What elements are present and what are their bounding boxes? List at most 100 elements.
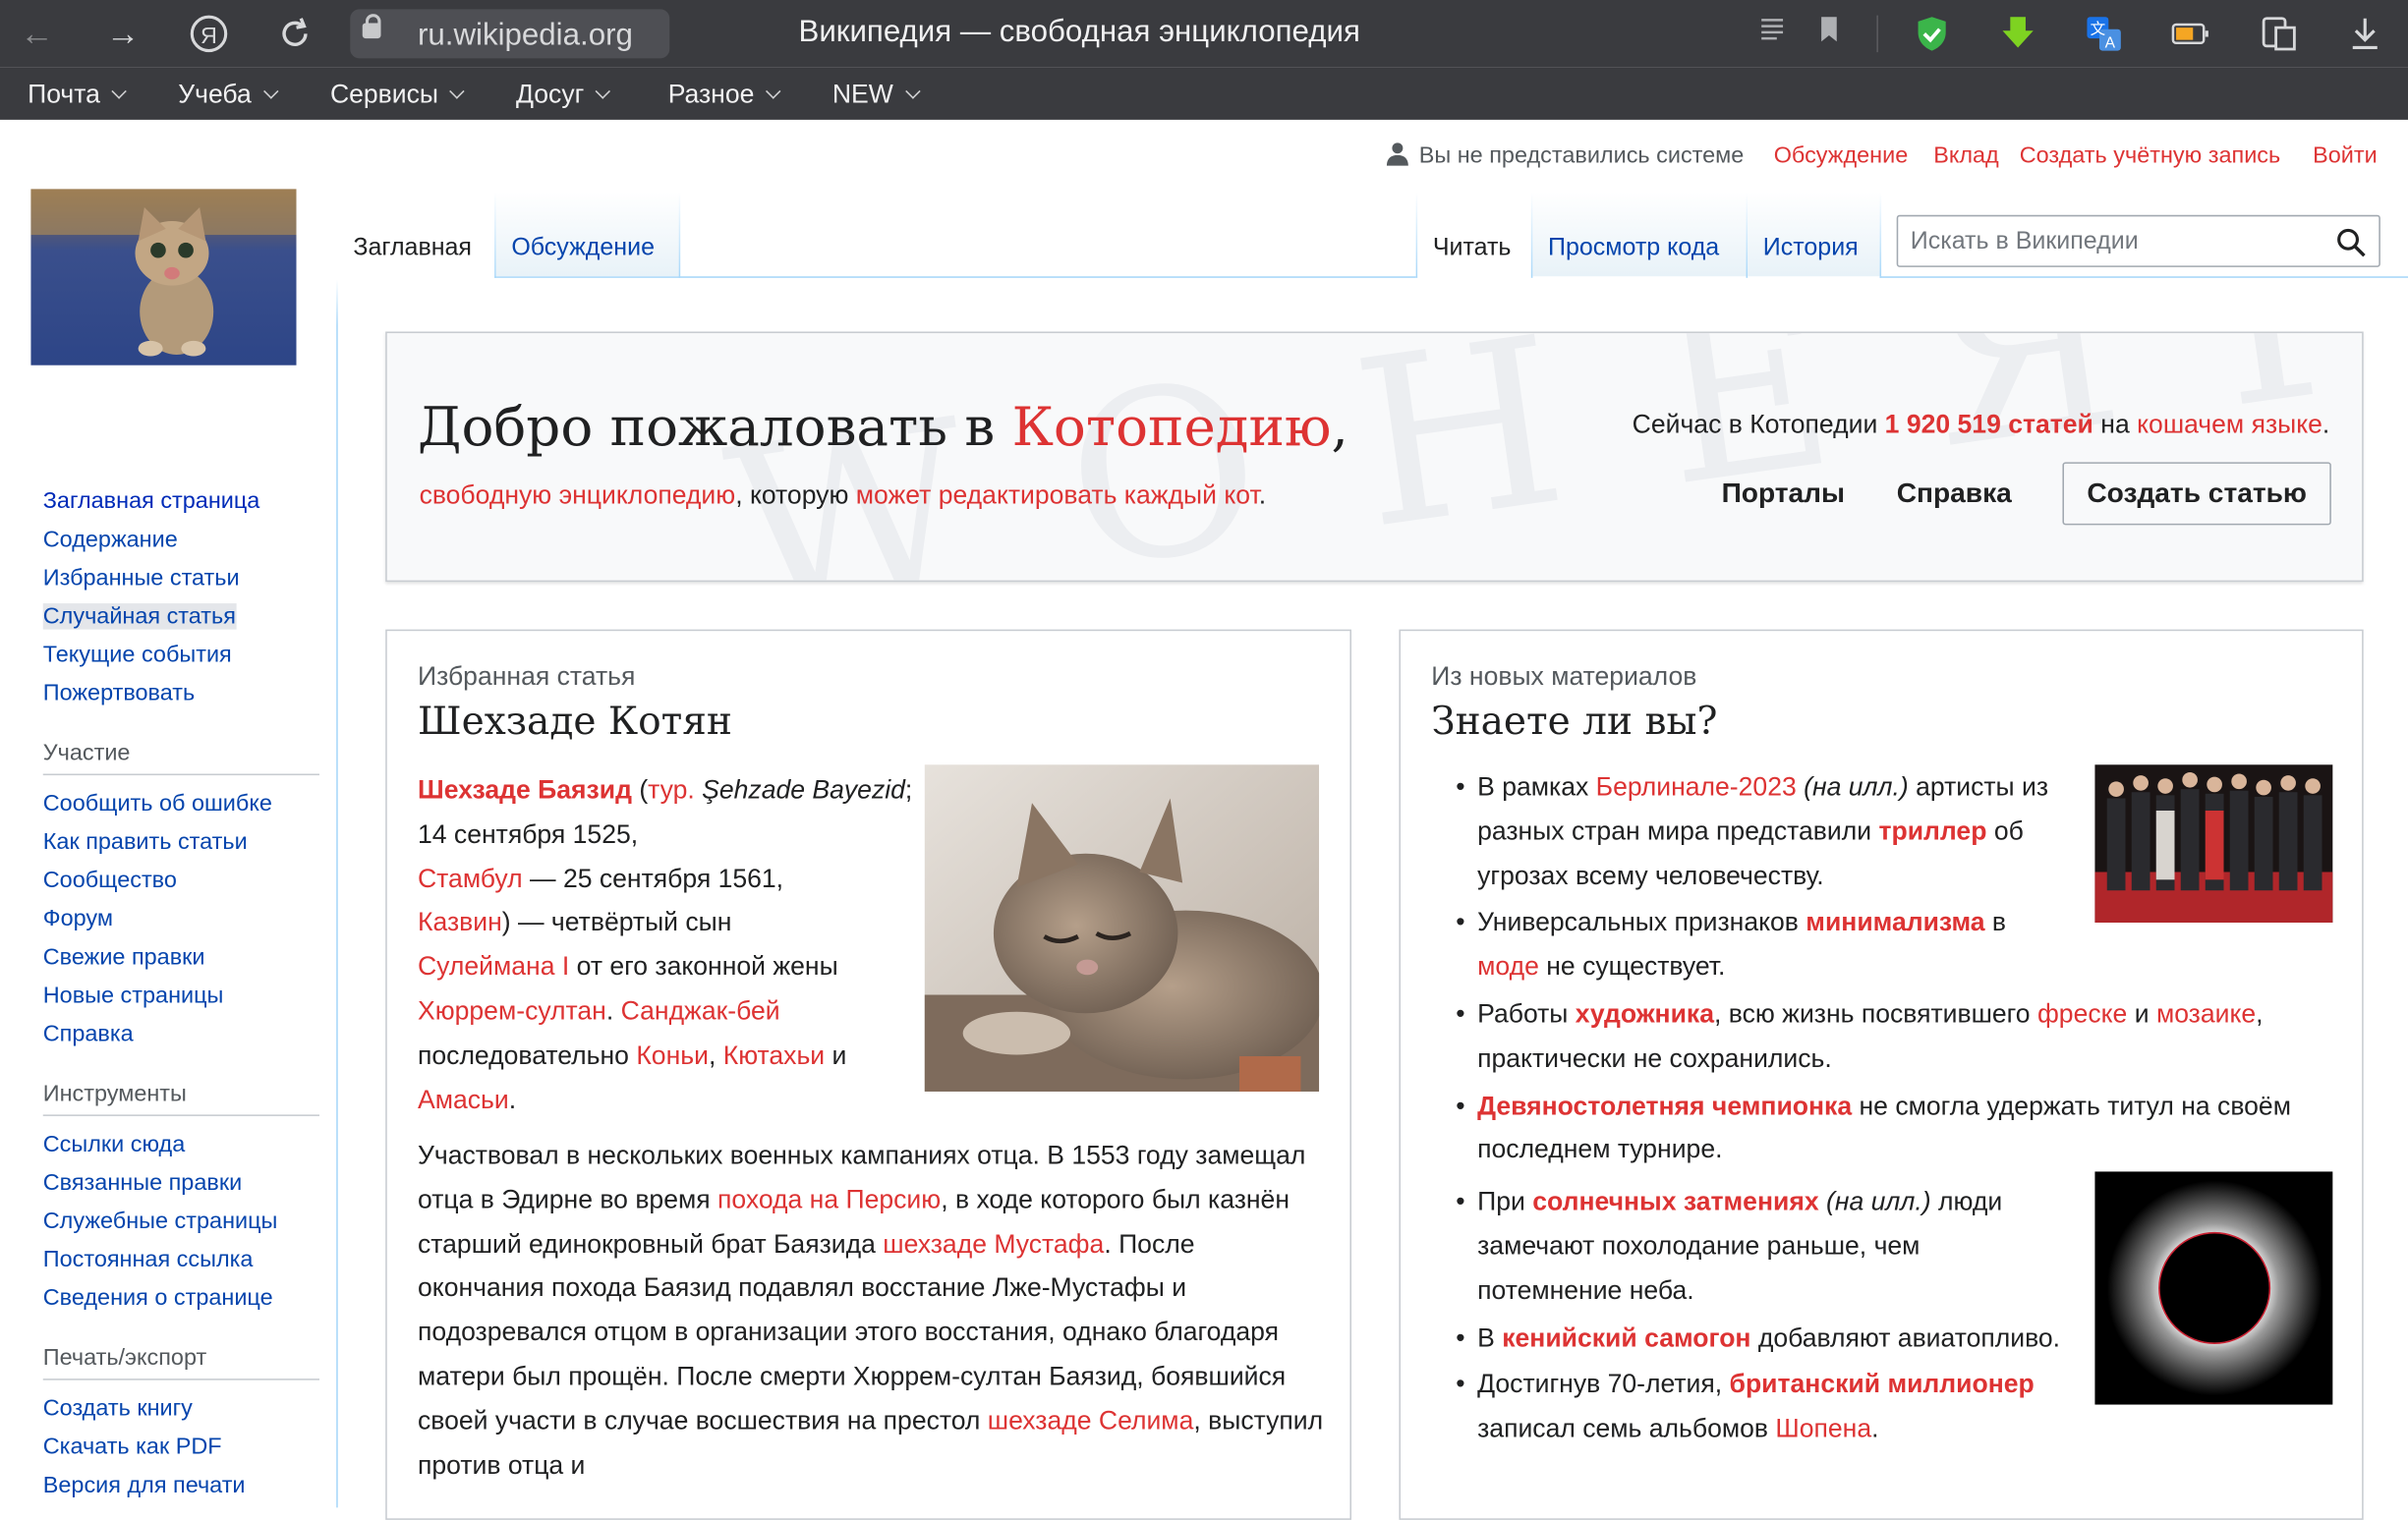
sidebar-item-printable[interactable]: Версия для печати bbox=[43, 1469, 327, 1507]
selim-link[interactable]: шехзаде Селима bbox=[988, 1406, 1194, 1436]
fashion-link[interactable]: моде bbox=[1477, 952, 1539, 982]
kenyan-moonshine-link[interactable]: кенийский самогон bbox=[1502, 1323, 1750, 1352]
portals-button[interactable]: Порталы bbox=[1722, 478, 1846, 510]
millionaire-link[interactable]: британский миллионер bbox=[1730, 1370, 2035, 1399]
site-logo[interactable] bbox=[30, 189, 296, 366]
help-button[interactable]: Справка bbox=[1897, 478, 2012, 510]
sidebar-item-report-error[interactable]: Сообщить об ошибке bbox=[43, 788, 327, 826]
konya-link[interactable]: Коньи bbox=[636, 1041, 709, 1070]
yandex-icon[interactable]: Я bbox=[188, 13, 231, 56]
create-article-button[interactable]: Создать статью bbox=[2062, 462, 2330, 525]
artist-link[interactable]: художника bbox=[1576, 999, 1714, 1029]
kutahya-link[interactable]: Кютахьи bbox=[723, 1041, 825, 1070]
sidebar-item-permanent-link[interactable]: Постоянная ссылка bbox=[43, 1244, 327, 1282]
reader-mode-icon[interactable] bbox=[1750, 13, 1794, 56]
tab-view-source[interactable]: Просмотр кода bbox=[1532, 192, 1746, 276]
anyone-can-edit-link[interactable]: может редактировать каждый кот bbox=[856, 480, 1259, 510]
free-encyclopedia-link[interactable]: свободную энциклопедию bbox=[420, 480, 736, 510]
article-count-text: Сейчас в Котопедии bbox=[1633, 410, 1885, 439]
sidebar-item-related-changes[interactable]: Связанные правки bbox=[43, 1167, 327, 1206]
bookmark-folder-services[interactable]: Сервисы bbox=[330, 80, 463, 110]
download-helper-icon[interactable] bbox=[1996, 13, 2039, 56]
text: от его законной жены bbox=[569, 952, 837, 982]
turkish-link[interactable]: тур. bbox=[648, 775, 695, 805]
user-icon bbox=[1385, 141, 1409, 166]
sidebar-item-create-book[interactable]: Создать книгу bbox=[43, 1392, 327, 1431]
chevron-down-icon bbox=[112, 84, 127, 98]
tab-discussion[interactable]: Обсуждение bbox=[496, 192, 679, 276]
sidebar-item-contents[interactable]: Содержание bbox=[43, 524, 327, 562]
bookmark-folder-mail[interactable]: Почта bbox=[28, 80, 125, 110]
sidebar-border bbox=[336, 279, 338, 1507]
sidebar-item-what-links-here[interactable]: Ссылки сюда bbox=[43, 1128, 327, 1166]
sidebar-item-help[interactable]: Справка bbox=[43, 1018, 327, 1056]
sidebar-item-featured[interactable]: Избранные статьи bbox=[43, 562, 327, 600]
sidebar-item-page-info[interactable]: Сведения о странице bbox=[43, 1282, 327, 1321]
notes-icon[interactable] bbox=[2258, 13, 2301, 56]
search-input[interactable] bbox=[1908, 223, 2328, 263]
sidebar-item-new-pages[interactable]: Новые страницы bbox=[43, 980, 327, 1018]
talk-link[interactable]: Обсуждение bbox=[1774, 142, 1909, 169]
mustafa-link[interactable]: шехзаде Мустафа bbox=[883, 1229, 1104, 1259]
bookmark-folder-new[interactable]: NEW bbox=[832, 80, 918, 110]
berlinale-link[interactable]: Берлинале-2023 bbox=[1596, 772, 1797, 802]
kazvin-link[interactable]: Казвин bbox=[418, 908, 502, 937]
article-link[interactable]: Шехзаде Баязид bbox=[418, 775, 632, 805]
sidebar-item-donate[interactable]: Пожертвовать bbox=[43, 677, 327, 715]
reload-icon[interactable] bbox=[273, 13, 316, 56]
sidebar-item-random[interactable]: Случайная статья bbox=[43, 600, 327, 639]
solar-eclipse-link[interactable]: солнечных затмениях bbox=[1532, 1187, 1818, 1216]
sidebar-item-community[interactable]: Сообщество bbox=[43, 865, 327, 903]
tab-separator bbox=[1880, 192, 1882, 278]
downloads-icon[interactable] bbox=[2343, 13, 2386, 56]
istanbul-link[interactable]: Стамбул bbox=[418, 864, 523, 893]
sidebar-item-forum[interactable]: Форум bbox=[43, 903, 327, 941]
bookmark-folder-misc[interactable]: Разное bbox=[668, 80, 779, 110]
sidebar-item-special-pages[interactable]: Служебные страницы bbox=[43, 1206, 327, 1244]
text: — 25 сентября 1561, bbox=[523, 864, 783, 893]
translate-icon[interactable]: 文A bbox=[2083, 13, 2126, 56]
search-icon[interactable] bbox=[2336, 227, 2367, 257]
contributions-link[interactable]: Вклад bbox=[1933, 142, 1999, 169]
sidebar-heading-tools: Инструменты bbox=[43, 1081, 319, 1116]
solar-eclipse-photo[interactable] bbox=[2094, 1171, 2332, 1405]
hurrem-link[interactable]: Хюррем-султан bbox=[418, 996, 606, 1026]
persia-campaign-link[interactable]: похода на Персию bbox=[717, 1185, 941, 1214]
article-count-link[interactable]: 1 920 519 статей bbox=[1885, 410, 2093, 439]
featured-image[interactable] bbox=[925, 764, 1320, 1092]
tab-history[interactable]: История bbox=[1748, 192, 1879, 276]
shield-icon[interactable] bbox=[1911, 13, 1954, 56]
champion-link[interactable]: Девяностолетняя чемпионка bbox=[1477, 1091, 1852, 1120]
mosaic-link[interactable]: мозаике bbox=[2156, 999, 2256, 1029]
back-icon[interactable]: ← bbox=[16, 13, 59, 56]
amasya-link[interactable]: Амасьи bbox=[418, 1085, 509, 1114]
bookmark-icon[interactable] bbox=[1807, 13, 1851, 56]
featured-title[interactable]: Шехзаде Котян bbox=[418, 699, 732, 743]
forward-icon[interactable]: → bbox=[101, 13, 144, 56]
language-link[interactable]: кошачем языке bbox=[2137, 410, 2322, 439]
bookmark-folder-study[interactable]: Учеба bbox=[178, 80, 276, 110]
tab-main[interactable]: Заглавная bbox=[338, 192, 494, 276]
address-bar[interactable]: ru.wikipedia.org bbox=[350, 9, 669, 58]
thriller-link[interactable]: триллер bbox=[1878, 816, 1986, 846]
chopin-link[interactable]: Шопена bbox=[1775, 1414, 1871, 1443]
sidebar-item-how-to-edit[interactable]: Как править статьи bbox=[43, 826, 327, 865]
sidebar-item-main-page[interactable]: Заглавная страница bbox=[43, 485, 327, 524]
create-account-link[interactable]: Создать учётную запись bbox=[2020, 142, 2281, 169]
sidebar-item-download-pdf[interactable]: Скачать как PDF bbox=[43, 1431, 327, 1469]
welcome-title-link[interactable]: Котопедию bbox=[1012, 398, 1332, 460]
minimalism-link[interactable]: минимализма bbox=[1806, 908, 1984, 937]
login-link[interactable]: Войти bbox=[2313, 142, 2378, 169]
featured-body: Участвовал в нескольких военных кампания… bbox=[418, 1135, 1324, 1489]
suleiman-link[interactable]: Сулеймана I bbox=[418, 952, 569, 982]
sidebar-item-current-events[interactable]: Текущие события bbox=[43, 639, 327, 677]
tab-read[interactable]: Читать bbox=[1417, 192, 1531, 276]
berlinale-photo[interactable] bbox=[2094, 764, 2332, 923]
bookmark-folder-leisure[interactable]: Досуг bbox=[516, 80, 608, 110]
chevron-down-icon bbox=[450, 84, 465, 98]
sanjak-link[interactable]: Санджак-бей bbox=[621, 996, 780, 1026]
fresco-link[interactable]: фреске bbox=[2037, 999, 2127, 1029]
sidebar-item-recent-changes[interactable]: Свежие правки bbox=[43, 941, 327, 980]
sidebar-heading-print: Печать/экспорт bbox=[43, 1345, 319, 1380]
battery-icon[interactable] bbox=[2168, 13, 2211, 56]
